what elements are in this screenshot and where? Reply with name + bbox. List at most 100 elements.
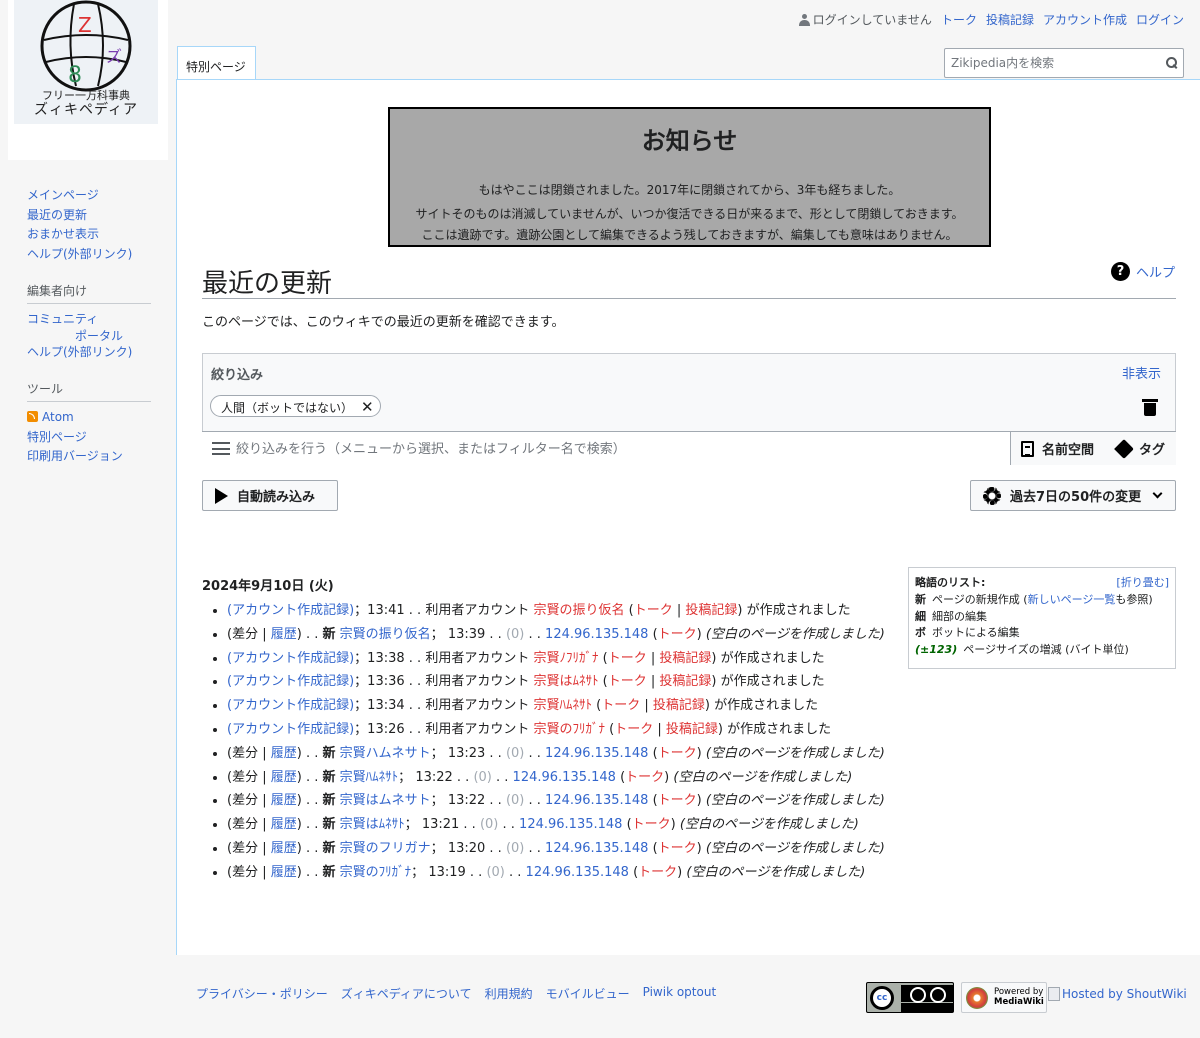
ip-talk-link[interactable]: トーク <box>625 770 664 785</box>
edit-summary: (空白のページを作成しました) <box>679 817 859 833</box>
user-link[interactable]: 宗賢のﾌﾘｶﾞﾅ <box>533 722 605 737</box>
log-link[interactable]: (アカウント作成記録) <box>227 722 354 737</box>
page-link[interactable]: 宗賢のフリガナ <box>340 841 431 856</box>
personal-tools: ログインしていません トーク 投稿記録 アカウント作成 ログイン <box>798 11 1184 28</box>
user-contribs-link[interactable]: 投稿記録 <box>659 651 711 666</box>
ip-talk-link[interactable]: トーク <box>658 841 697 856</box>
sidebar-item-community-portal[interactable]: コミュニティ ポータル <box>27 312 157 343</box>
notice-line-3: ここは遺跡です。遺跡公園として編集できるよう残しておきますが、編集しても意味はあ… <box>421 228 958 242</box>
log-link[interactable]: (アカウント作成記録) <box>227 603 354 618</box>
history-link[interactable]: 履歴 <box>271 841 297 856</box>
trash-icon[interactable] <box>1142 398 1158 416</box>
sidebar-item-special-pages[interactable]: 特別ページ <box>27 430 87 444</box>
close-icon[interactable]: ✕ <box>361 399 374 415</box>
legend-collapse-link[interactable]: [折り畳む] <box>1116 574 1169 590</box>
log-link[interactable]: (アカウント作成記録) <box>227 674 354 689</box>
user-talk-link[interactable]: トーク <box>634 603 673 618</box>
change-time: 13:34 <box>367 698 405 714</box>
search-input[interactable] <box>945 49 1145 77</box>
size-diff: (0) <box>486 864 505 880</box>
sidebar-item-help-external[interactable]: ヘルプ(外部リンク) <box>27 345 132 359</box>
user-contribs-link[interactable]: 投稿記録 <box>685 603 737 618</box>
help-link[interactable]: ? ヘルプ <box>1110 262 1175 281</box>
ip-link[interactable]: 124.96.135.148 <box>513 770 616 785</box>
piwik-optout-link[interactable]: Piwik optout <box>643 985 717 1002</box>
history-link[interactable]: 履歴 <box>271 770 297 785</box>
history-link[interactable]: 履歴 <box>271 627 297 642</box>
user-account-text: 利用者アカウント <box>425 721 530 737</box>
ip-talk-link[interactable]: トーク <box>632 817 671 832</box>
contributions-link[interactable]: 投稿記録 <box>986 11 1034 28</box>
sidebar-item-help[interactable]: ヘルプ(外部リンク) <box>27 247 132 261</box>
tag-button[interactable]: タグ <box>1107 432 1176 465</box>
user-link[interactable]: 宗賢ﾉﾌﾘｶﾞﾅ <box>533 651 598 666</box>
filter-chip-human[interactable]: 人間（ボットではない） ✕ <box>210 395 381 417</box>
site-logo[interactable]: Z ズ 8 フリー一万科事典 ズィキペディア <box>8 0 168 160</box>
talk-link[interactable]: トーク <box>941 11 977 28</box>
user-talk-link[interactable]: トーク <box>601 698 640 713</box>
powered-by-mediawiki-badge[interactable]: Powered by MediaWiki <box>961 982 1047 1013</box>
sidebar-item-print-version[interactable]: 印刷用バージョン <box>27 449 123 463</box>
user-contribs-link[interactable]: 投稿記録 <box>653 698 705 713</box>
history-link[interactable]: 履歴 <box>271 746 297 761</box>
user-talk-link[interactable]: トーク <box>608 674 647 689</box>
sidebar-item-main-page[interactable]: メインページ <box>27 188 99 202</box>
page-link[interactable]: 宗賢はﾑﾈｻﾄ <box>340 817 405 832</box>
namespace-button[interactable]: 名前空間 <box>1010 432 1108 465</box>
user-contribs-link[interactable]: 投稿記録 <box>659 674 711 689</box>
ip-link[interactable]: 124.96.135.148 <box>545 841 648 856</box>
terms-link[interactable]: 利用規約 <box>485 985 533 1002</box>
change-time: 13:23 <box>447 745 486 761</box>
user-talk-link[interactable]: トーク <box>614 722 653 737</box>
page-link[interactable]: 宗賢のﾌﾘｶﾞﾅ <box>340 865 412 880</box>
user-contribs-link[interactable]: 投稿記録 <box>666 722 718 737</box>
live-update-button[interactable]: 自動読み込み <box>202 480 338 511</box>
mobile-view-link[interactable]: モバイルビュー <box>546 985 630 1002</box>
period-dropdown[interactable]: 過去7日の50件の変更 <box>970 480 1176 511</box>
login-link[interactable]: ログイン <box>1136 11 1184 28</box>
tag-icon <box>1114 438 1134 459</box>
ip-link[interactable]: 124.96.135.148 <box>545 793 648 808</box>
ip-talk-link[interactable]: トーク <box>658 793 697 808</box>
edit-summary: (空白のページを作成しました) <box>705 793 885 809</box>
about-link[interactable]: ズィキペディアについて <box>341 985 472 1002</box>
history-link[interactable]: 履歴 <box>271 817 297 832</box>
log-link[interactable]: (アカウント作成記録) <box>227 651 354 666</box>
logo-image: Z ズ 8 フリー一万科事典 ズィキペディア <box>14 0 158 124</box>
logo-glyph: 8 <box>68 63 82 88</box>
page-link[interactable]: 宗賢はムネサト <box>340 793 431 808</box>
ip-link[interactable]: 124.96.135.148 <box>526 865 629 880</box>
ip-link[interactable]: 124.96.135.148 <box>545 746 648 761</box>
sidebar-item-atom[interactable]: Atom <box>27 410 74 424</box>
tab-special-page[interactable]: 特別ページ <box>177 46 256 80</box>
user-talk-link[interactable]: トーク <box>608 651 647 666</box>
user-link[interactable]: 宗賢ﾊﾑﾈｻﾄ <box>533 698 592 713</box>
privacy-link[interactable]: プライバシー・ポリシー <box>196 985 328 1002</box>
cc-by-sa-badge[interactable]: cc <box>866 982 954 1013</box>
page-link[interactable]: 宗賢ハムネサト <box>340 746 431 761</box>
create-account-link[interactable]: アカウント作成 <box>1043 11 1127 28</box>
ip-talk-link[interactable]: トーク <box>658 627 697 642</box>
sidebar-item-random[interactable]: おまかせ表示 <box>27 227 99 241</box>
history-link[interactable]: 履歴 <box>271 793 297 808</box>
history-link[interactable]: 履歴 <box>271 865 297 880</box>
ip-link[interactable]: 124.96.135.148 <box>519 817 622 832</box>
page-link[interactable]: 宗賢の振り仮名 <box>340 627 431 642</box>
hide-filters-link[interactable]: 非表示 <box>1122 363 1161 382</box>
user-link[interactable]: 宗賢はﾑﾈｻﾄ <box>533 674 598 689</box>
user-account-text: 利用者アカウント <box>425 674 530 690</box>
page-link[interactable]: 宗賢ﾊﾑﾈｻﾄ <box>340 770 399 785</box>
user-link[interactable]: 宗賢の振り仮名 <box>533 603 624 618</box>
edit-summary: (空白のページを作成しました) <box>705 745 885 761</box>
new-pages-link[interactable]: 新しいページ一覧 <box>1028 593 1116 606</box>
log-link[interactable]: (アカウント作成記録) <box>227 698 354 713</box>
hosted-by-shoutwiki-link[interactable]: Hosted by ShoutWiki <box>1048 987 1187 1001</box>
ip-talk-link[interactable]: トーク <box>658 746 697 761</box>
search-box <box>944 48 1184 78</box>
filter-search-input[interactable] <box>236 437 996 461</box>
sidebar-item-recent-changes[interactable]: 最近の更新 <box>27 208 87 222</box>
help-icon: ? <box>1110 262 1130 281</box>
ip-link[interactable]: 124.96.135.148 <box>545 627 648 642</box>
search-icon[interactable] <box>1166 57 1178 69</box>
ip-talk-link[interactable]: トーク <box>638 865 677 880</box>
